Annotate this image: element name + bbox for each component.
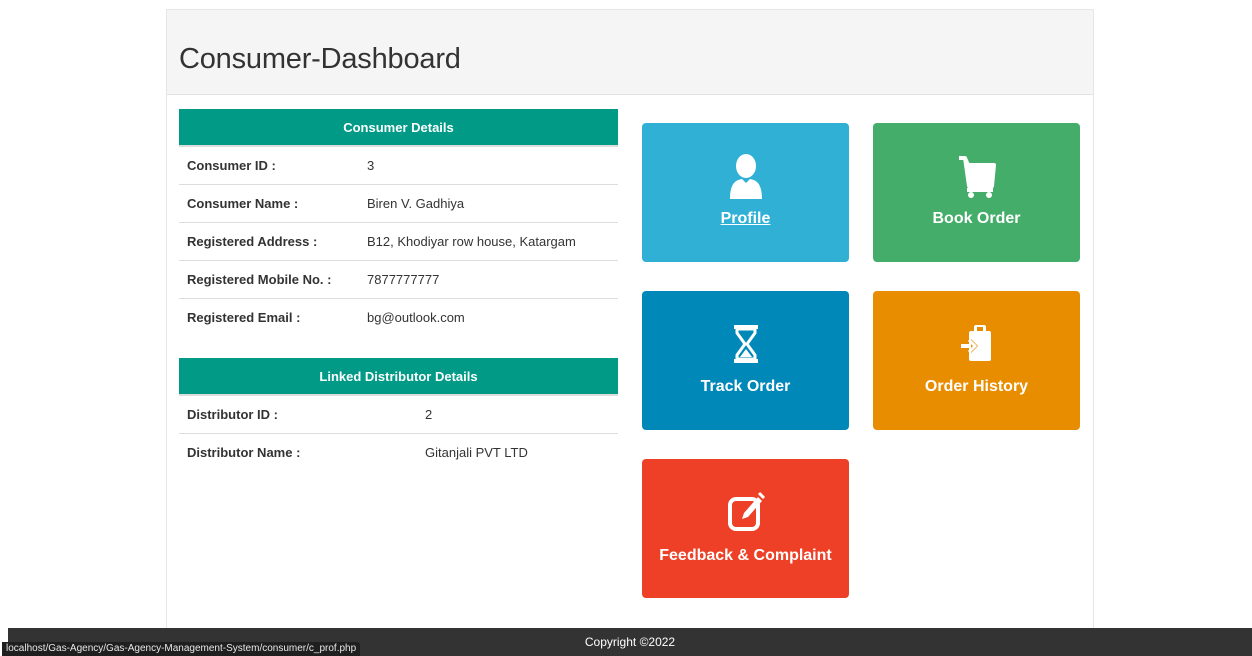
consumer-id-value: 3: [367, 158, 375, 173]
order-history-label: Order History: [924, 378, 1029, 395]
email-value: bg@outlook.com: [359, 298, 618, 336]
distributor-id-label: Distributor ID :: [187, 407, 278, 422]
address-label: Registered Address :: [179, 222, 359, 261]
feedback-label: Feedback & Complaint: [659, 547, 832, 564]
copyright-text: Copyright ©2022: [584, 635, 676, 649]
table-row: Distributor ID : 2: [179, 395, 618, 434]
table-row: Consumer ID : 3: [179, 146, 618, 185]
panel-header: Consumer-Dashboard: [167, 10, 1093, 95]
address-value: B12, Khodiyar row house, Katargam: [359, 222, 618, 261]
consumer-details-table: Consumer Details Consumer ID : 3 Consume…: [179, 109, 618, 336]
consumer-name-label: Consumer Name :: [179, 184, 359, 223]
distributor-name-label: Distributor Name :: [179, 433, 417, 471]
table-row: Distributor Name : Gitanjali PVT LTD: [179, 433, 618, 471]
table-row: Registered Address : B12, Khodiyar row h…: [179, 222, 618, 261]
user-icon: [642, 153, 849, 201]
hourglass-icon: [642, 321, 849, 369]
consumer-id-label: Consumer ID :: [187, 158, 276, 173]
status-bar-url: localhost/Gas-Agency/Gas-Agency-Manageme…: [2, 642, 361, 656]
edit-icon: [642, 489, 849, 537]
table-row: Registered Mobile No. : 7877777777: [179, 260, 618, 299]
cart-icon: [873, 153, 1080, 201]
consumer-details-heading: Consumer Details: [179, 109, 618, 147]
profile-link[interactable]: Profile: [642, 210, 849, 228]
track-order-label: Track Order: [700, 378, 791, 395]
mobile-label: Registered Mobile No. :: [179, 260, 359, 299]
page-title: Consumer-Dashboard: [179, 43, 461, 75]
distributor-details-table: Linked Distributor Details Distributor I…: [179, 358, 618, 471]
mobile-value: 7877777777: [359, 260, 618, 299]
distributor-id-value: 2: [425, 407, 433, 422]
profile-tile[interactable]: Profile: [642, 123, 849, 262]
distributor-name-value: Gitanjali PVT LTD: [417, 433, 618, 471]
book-order-tile[interactable]: Book Order: [873, 123, 1080, 262]
clipboard-icon: [873, 321, 1080, 369]
track-order-tile[interactable]: Track Order: [642, 291, 849, 430]
book-order-label: Book Order: [932, 210, 1021, 227]
order-history-tile[interactable]: Order History: [873, 291, 1080, 430]
feedback-tile[interactable]: Feedback & Complaint: [642, 459, 849, 598]
email-label: Registered Email :: [179, 298, 359, 336]
table-row: Consumer Name : Biren V. Gadhiya: [179, 184, 618, 223]
distributor-details-heading: Linked Distributor Details: [179, 358, 618, 396]
table-row: Registered Email : bg@outlook.com: [179, 298, 618, 336]
consumer-name-value: Biren V. Gadhiya: [359, 184, 618, 223]
